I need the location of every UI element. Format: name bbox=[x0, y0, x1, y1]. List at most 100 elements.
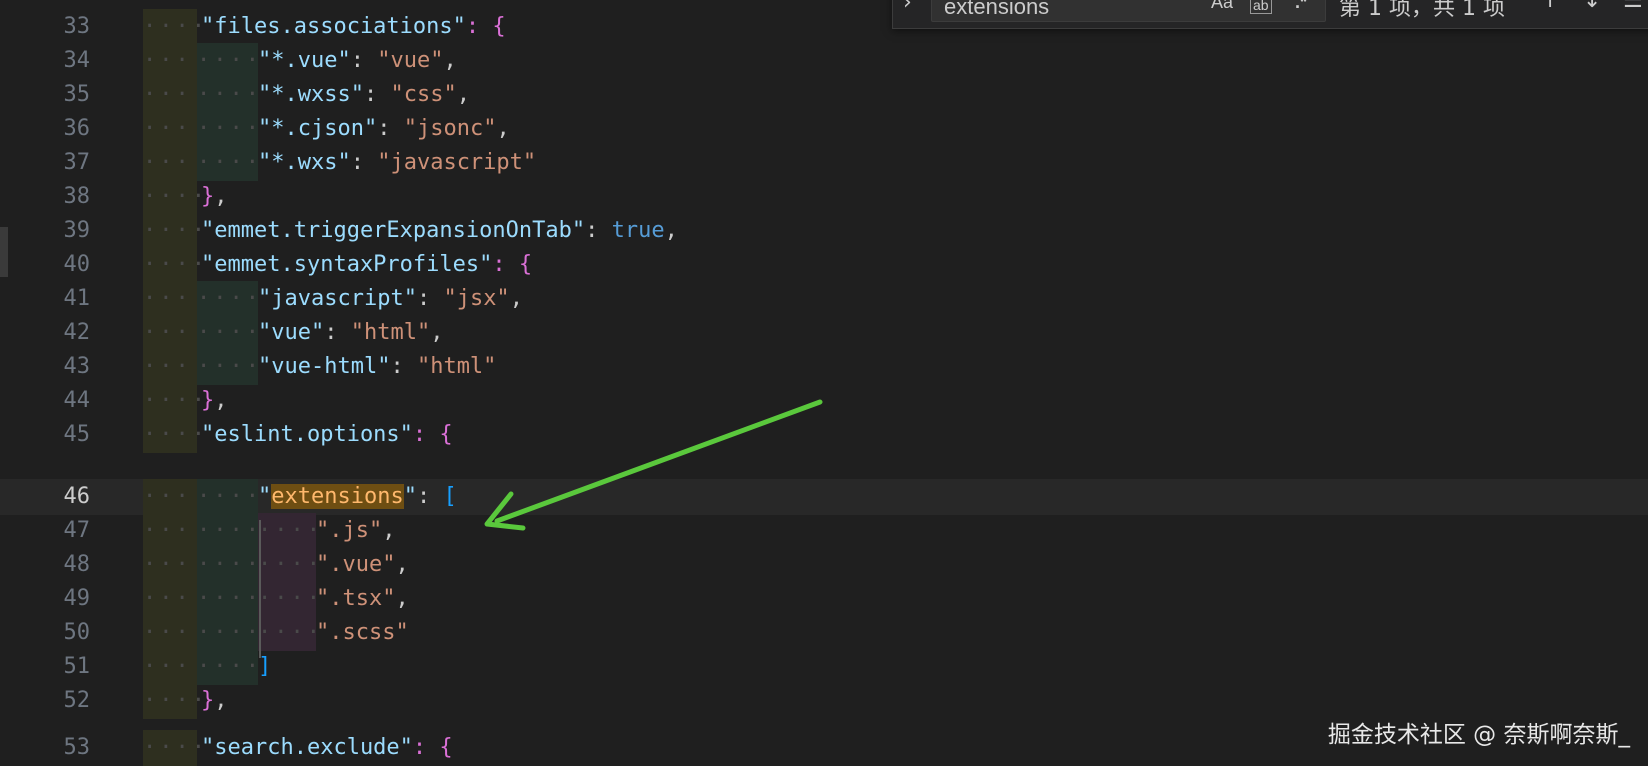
code-line[interactable]: 48 ···· ···· ···· ".vue", bbox=[0, 547, 1648, 583]
json-punct: , bbox=[443, 48, 457, 73]
json-bracket: [ bbox=[443, 484, 457, 509]
line-number: 50 bbox=[63, 620, 91, 645]
chevron-right-icon[interactable]: › bbox=[903, 0, 912, 15]
line-number: 47 bbox=[63, 518, 91, 543]
code-text: ".tsx", bbox=[316, 581, 409, 617]
indent-guide: ···· bbox=[197, 349, 259, 385]
line-number: 34 bbox=[63, 48, 91, 73]
code-line[interactable]: 44 ···· }, bbox=[0, 383, 1648, 419]
indent-guide: ···· bbox=[143, 547, 205, 583]
watermark-text: 掘金技术社区 @ 奈斯啊奈斯_ bbox=[1327, 722, 1630, 748]
line-number: 49 bbox=[63, 586, 91, 611]
json-key: "*.vue" bbox=[258, 48, 351, 73]
code-text: }, bbox=[201, 179, 228, 215]
json-key-quote: " bbox=[258, 484, 272, 509]
indent-guide: ···· bbox=[197, 315, 259, 351]
code-text: "extensions": [ bbox=[258, 479, 457, 515]
code-line[interactable]: 49 ···· ···· ···· ".tsx", bbox=[0, 581, 1648, 617]
indent-guide: ···· bbox=[143, 730, 205, 766]
indent-guide: ···· bbox=[197, 111, 259, 147]
indent-guide: ···· bbox=[258, 581, 320, 617]
indent-guide: ···· bbox=[143, 77, 205, 113]
code-line[interactable]: 34 ···· ···· "*.vue": "vue", bbox=[0, 43, 1648, 79]
find-in-selection-icon[interactable]: ☰ bbox=[1623, 0, 1643, 13]
json-punct: : { bbox=[465, 14, 506, 39]
code-line[interactable]: 50 ···· ···· ···· ".scss" bbox=[0, 615, 1648, 651]
json-punct: , bbox=[496, 116, 510, 141]
code-text: "emmet.triggerExpansionOnTab": true, bbox=[201, 213, 678, 249]
whole-word-toggle[interactable]: ab bbox=[1250, 0, 1272, 14]
json-brace: } bbox=[201, 388, 215, 413]
code-line[interactable]: 42 ···· ···· "vue": "html", bbox=[0, 315, 1648, 351]
code-text: "search.exclude": { bbox=[201, 730, 453, 766]
code-line[interactable]: 35 ···· ···· "*.wxss": "css", bbox=[0, 77, 1648, 113]
indent-guide: ···· bbox=[143, 43, 205, 79]
indent-guide: ···· bbox=[197, 649, 259, 685]
json-punct: : bbox=[350, 150, 378, 175]
line-number: 53 bbox=[63, 735, 91, 760]
code-text: "files.associations": { bbox=[201, 9, 506, 45]
indent-guide: ···· bbox=[143, 349, 205, 385]
code-text: "emmet.syntaxProfiles": { bbox=[201, 247, 532, 283]
code-line[interactable]: 40 ···· "emmet.syntaxProfiles": { bbox=[0, 247, 1648, 283]
json-key: "search.exclude" bbox=[201, 735, 413, 760]
indent-guide: ···· bbox=[143, 179, 205, 215]
line-number: 33 bbox=[63, 14, 91, 39]
find-widget[interactable]: › extensions Aa ab .* 第 1 项，共 1 项 ↑ ↓ ☰ bbox=[892, 0, 1648, 29]
indent-guide: ···· bbox=[143, 247, 205, 283]
code-line[interactable]: 41 ···· ···· "javascript": "jsx", bbox=[0, 281, 1648, 317]
indent-guide: ···· bbox=[143, 383, 205, 419]
code-text: "eslint.options": { bbox=[201, 417, 453, 453]
indent-guide: ···· bbox=[143, 615, 205, 651]
indent-guide: ···· bbox=[258, 615, 320, 651]
json-key: "emmet.syntaxProfiles" bbox=[201, 252, 493, 277]
json-punct: , bbox=[395, 552, 409, 577]
code-line[interactable]: 43 ···· ···· "vue-html": "html" bbox=[0, 349, 1648, 385]
indent-guide: ···· bbox=[143, 145, 205, 181]
json-punct: : { bbox=[412, 735, 453, 760]
indent-guide: ···· bbox=[197, 615, 259, 651]
code-text: ".js", bbox=[316, 513, 395, 549]
code-line[interactable]: 47 ···· ···· ···· ".js", bbox=[0, 513, 1648, 549]
code-line[interactable]: 38 ···· }, bbox=[0, 179, 1648, 215]
line-number: 38 bbox=[63, 184, 91, 209]
code-line-current[interactable]: 46 ···· ···· "extensions": [ bbox=[0, 479, 1648, 515]
line-number: 36 bbox=[63, 116, 91, 141]
line-number: 52 bbox=[63, 688, 91, 713]
code-editor[interactable]: 33 ···· "files.associations": { 34 ···· … bbox=[0, 0, 1648, 766]
json-key-quote: " bbox=[403, 484, 417, 509]
indent-guide: ···· bbox=[258, 513, 320, 549]
code-line[interactable]: 36 ···· ···· "*.cjson": "jsonc", bbox=[0, 111, 1648, 147]
json-punct: , bbox=[214, 388, 228, 413]
indent-guide: ···· bbox=[143, 683, 205, 719]
json-punct: : bbox=[363, 82, 391, 107]
code-line[interactable]: 39 ···· "emmet.triggerExpansionOnTab": t… bbox=[0, 213, 1648, 249]
indent-guide: ···· bbox=[197, 145, 259, 181]
json-punct: : bbox=[585, 218, 612, 243]
match-case-toggle[interactable]: Aa bbox=[1211, 0, 1233, 13]
code-line[interactable]: 52 ···· }, bbox=[0, 683, 1648, 719]
json-key: "*.wxss" bbox=[258, 82, 364, 107]
json-punct: : bbox=[416, 484, 444, 509]
indent-guide: ···· bbox=[197, 479, 259, 515]
indent-guide: ···· bbox=[143, 513, 205, 549]
json-punct: , bbox=[395, 586, 409, 611]
arrow-down-icon[interactable]: ↓ bbox=[1583, 0, 1601, 13]
code-line[interactable]: 37 ···· ···· "*.wxs": "javascript" bbox=[0, 145, 1648, 181]
arrow-up-icon[interactable]: ↑ bbox=[1541, 0, 1559, 13]
regex-toggle[interactable]: .* bbox=[1295, 0, 1307, 13]
json-value: "jsonc" bbox=[403, 116, 497, 141]
indent-guide: ···· bbox=[143, 9, 205, 45]
indent-guide: ···· bbox=[197, 513, 259, 549]
line-number: 42 bbox=[63, 320, 91, 345]
code-line[interactable]: 45 ···· "eslint.options": { bbox=[0, 417, 1648, 453]
code-line[interactable]: 51 ···· ···· ] bbox=[0, 649, 1648, 685]
json-value: "javascript" bbox=[377, 150, 537, 175]
code-text: }, bbox=[201, 383, 228, 419]
code-text: }, bbox=[201, 683, 228, 719]
json-value: ".vue" bbox=[316, 552, 396, 577]
line-number: 39 bbox=[63, 218, 91, 243]
indent-guide: ···· bbox=[197, 77, 259, 113]
code-text: "*.wxss": "css", bbox=[258, 77, 470, 113]
line-number: 41 bbox=[63, 286, 91, 311]
